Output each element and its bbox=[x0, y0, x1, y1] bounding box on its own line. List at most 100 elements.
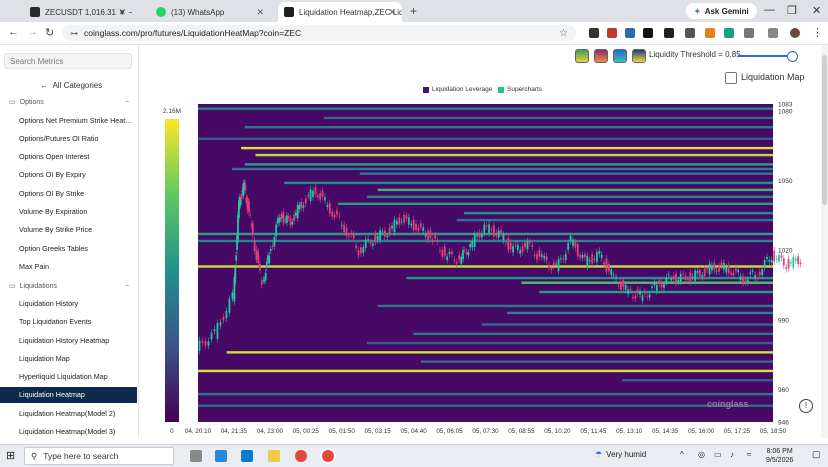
sidebar-item[interactable]: Volume By Strike Price bbox=[0, 222, 137, 238]
info-icon[interactable]: ! bbox=[799, 399, 813, 413]
sidebar-item[interactable]: Liquidation Map bbox=[0, 351, 137, 367]
browser-menu-icon[interactable]: ⋮ bbox=[812, 26, 823, 39]
notifications-icon[interactable]: ▢ bbox=[812, 449, 821, 460]
sidebar-item[interactable]: Hyperliquid Liquidation Map bbox=[0, 369, 137, 385]
candle-body bbox=[701, 275, 704, 278]
file-explorer-icon[interactable] bbox=[268, 450, 280, 462]
collapse-icon[interactable]: − bbox=[125, 283, 129, 290]
metamask-icon[interactable] bbox=[705, 28, 715, 38]
new-tab-button[interactable]: + bbox=[410, 4, 417, 18]
candle-body bbox=[483, 224, 486, 233]
sidebar-item[interactable]: Options Open Interest bbox=[0, 149, 137, 165]
taskbar-search-input[interactable]: ⚲ Type here to search bbox=[24, 447, 174, 465]
sidebar-item[interactable]: Liquidation Heatmap(Model 2) bbox=[0, 406, 137, 422]
store-icon[interactable] bbox=[241, 450, 253, 462]
candle-body bbox=[514, 245, 517, 246]
scrollbar-thumb[interactable] bbox=[822, 55, 827, 205]
candle-body bbox=[364, 239, 367, 248]
extension-icon[interactable] bbox=[589, 28, 599, 38]
candle-body bbox=[787, 259, 790, 269]
maximize-icon[interactable]: ❐ bbox=[787, 4, 797, 17]
page-scrollbar[interactable] bbox=[821, 45, 828, 438]
extension-icon[interactable] bbox=[625, 28, 635, 38]
y-tick-label: 990 bbox=[778, 317, 789, 324]
sidebar-item[interactable]: Liquidation Heatmap(Model 3) bbox=[0, 424, 137, 438]
reload-icon[interactable]: ↻ bbox=[45, 26, 54, 39]
network-icon[interactable]: ◎ bbox=[698, 450, 705, 459]
weather-widget[interactable]: ☂ Very humid bbox=[595, 450, 646, 459]
back-icon[interactable]: ← bbox=[8, 26, 19, 38]
windows-start-icon[interactable]: ⊞ bbox=[6, 449, 15, 462]
sidebar-item[interactable]: Max Pain bbox=[0, 259, 137, 275]
site-info-icon[interactable]: ⊶ bbox=[70, 29, 78, 38]
candle-body bbox=[782, 258, 785, 266]
tab-whatsapp[interactable]: (13) WhatsApp ✕ bbox=[150, 2, 270, 22]
candle-body bbox=[213, 329, 216, 332]
section-options[interactable]: ▭ Options − bbox=[9, 98, 129, 107]
candle-body bbox=[338, 215, 341, 217]
chrome-icon[interactable] bbox=[295, 450, 307, 462]
ask-gemini-button[interactable]: ✦ Ask Gemini bbox=[686, 3, 757, 19]
extension-icon[interactable] bbox=[643, 28, 653, 38]
tray-chevron-icon[interactable]: ^ bbox=[680, 450, 684, 459]
color-scale-max-label: 2.16M bbox=[163, 108, 181, 115]
sidebar-item[interactable]: Volume By Expiration bbox=[0, 204, 137, 220]
candle-body bbox=[655, 284, 658, 291]
clock[interactable]: 8:06 PM 9/5/2026 bbox=[766, 447, 793, 465]
sidebar-item[interactable]: Options OI By Expiry bbox=[0, 167, 137, 183]
wifi-icon[interactable]: ≈ bbox=[747, 450, 751, 459]
candle-body bbox=[631, 297, 634, 298]
profile-avatar[interactable] bbox=[790, 28, 800, 38]
extension-icon[interactable] bbox=[685, 28, 695, 38]
liquidity-band bbox=[198, 107, 773, 110]
task-view-icon[interactable] bbox=[190, 450, 202, 462]
candle-body bbox=[362, 247, 365, 253]
candle-body bbox=[691, 276, 694, 278]
search-metrics-input[interactable]: Search Metrics bbox=[4, 53, 132, 69]
sidebar-item[interactable]: Options OI By Strike bbox=[0, 186, 137, 202]
candle-body bbox=[579, 255, 582, 258]
extensions-puzzle-icon[interactable] bbox=[744, 28, 754, 38]
url-field[interactable]: ⊶ coinglass.com/pro/futures/LiquidationH… bbox=[62, 25, 576, 41]
forward-icon[interactable]: → bbox=[27, 26, 38, 38]
candle-body bbox=[596, 251, 598, 263]
all-categories-link[interactable]: ← All Categories bbox=[40, 81, 102, 90]
battery-icon[interactable]: ▭ bbox=[714, 450, 722, 459]
close-icon[interactable]: ✕ bbox=[118, 7, 126, 18]
candle-body bbox=[268, 255, 271, 264]
extension-icon[interactable] bbox=[664, 28, 674, 38]
candle-body bbox=[550, 268, 553, 271]
candle-body bbox=[586, 256, 589, 267]
window-close-icon[interactable]: ✕ bbox=[812, 4, 821, 17]
candle-body bbox=[725, 267, 728, 273]
sidebar-item-selected[interactable]: Liquidation Heatmap bbox=[0, 387, 137, 403]
close-icon[interactable]: ✕ bbox=[388, 7, 396, 18]
sidebar-item[interactable]: Top Liquidation Events bbox=[0, 314, 137, 330]
folder-icon: ▭ bbox=[9, 283, 16, 290]
sidebar-item[interactable]: Options/Futures OI Ratio bbox=[0, 131, 137, 147]
extension-icon[interactable] bbox=[607, 28, 617, 38]
chrome-active-icon[interactable] bbox=[322, 450, 334, 462]
extension-icon[interactable] bbox=[724, 28, 734, 38]
sidebar-item[interactable]: Option Greeks Tables bbox=[0, 241, 137, 257]
tab-liquidation-heatmap[interactable]: Liquidation Heatmap,ZEC Liqu ✕ bbox=[278, 2, 402, 22]
minimize-icon[interactable]: — bbox=[764, 4, 775, 16]
candle-body bbox=[287, 216, 290, 218]
section-label: Liquidations bbox=[19, 282, 57, 290]
collapse-icon[interactable]: − bbox=[125, 99, 129, 106]
sidebar-item[interactable]: Options Net Premium Strike Heat... bbox=[0, 113, 137, 129]
edge-icon[interactable] bbox=[215, 450, 227, 462]
sidebar-item[interactable]: Liquidation History Heatmap bbox=[0, 333, 137, 349]
tab-zecusdt[interactable]: ZECUSDT 1,016.31 ▼ −0.65% U ✕ bbox=[24, 2, 132, 22]
candle-body bbox=[473, 234, 476, 247]
bookmark-star-icon[interactable]: ☆ bbox=[559, 28, 568, 39]
section-liquidations[interactable]: ▭ Liquidations − bbox=[9, 282, 129, 291]
liquidation-heatmap-chart[interactable]: 2.16M 0 10831080 1050 1020 990 960 946 04, 20… bbox=[139, 45, 828, 438]
candle-body bbox=[703, 268, 706, 276]
candle-body bbox=[476, 234, 479, 237]
candle-body bbox=[694, 270, 697, 281]
close-icon[interactable]: ✕ bbox=[256, 7, 264, 18]
downloads-icon[interactable] bbox=[768, 28, 778, 38]
volume-icon[interactable]: ♪ bbox=[730, 450, 734, 459]
sidebar-item[interactable]: Liquidation History bbox=[0, 296, 137, 312]
